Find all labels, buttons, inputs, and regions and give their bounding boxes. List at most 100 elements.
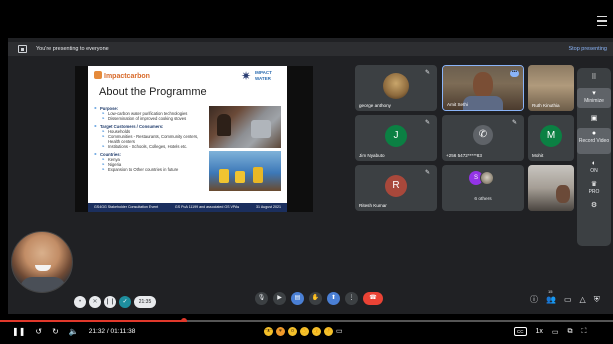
raised-hands-emoji-icon[interactable]: ✋ <box>300 327 309 336</box>
pin-icon[interactable]: ✎ <box>425 119 430 126</box>
record-video-button[interactable]: ● Record Video <box>577 128 611 154</box>
avatar <box>383 73 409 99</box>
bullet-item: Dissemination of improved cooking stoves <box>94 116 202 121</box>
surprised-emoji-icon[interactable]: o <box>288 327 297 336</box>
pin-icon[interactable]: ✎ <box>425 169 430 176</box>
avatar: J <box>385 125 407 147</box>
avatar: M <box>540 125 562 147</box>
self-view-camera[interactable] <box>11 231 73 293</box>
participant-name: Ruth Kinuthia <box>532 103 560 108</box>
laugh-emoji-icon[interactable]: ᵔᴥᵔ <box>264 327 273 336</box>
participant-tile[interactable] <box>528 165 574 211</box>
meet-window: You're presenting to everyone Stop prese… <box>8 38 613 314</box>
thumbs-up-emoji-icon[interactable]: 👍 <box>312 327 321 336</box>
recording-timer: 21:35 <box>134 296 156 308</box>
participant-tile[interactable]: R ✎ Ritesh Kumar <box>355 165 437 211</box>
captions-button[interactable]: CC <box>514 327 527 336</box>
pause-icon[interactable]: ❚❚ <box>12 327 25 336</box>
stop-presenting-button[interactable]: Stop presenting <box>568 44 607 54</box>
participant-tile[interactable]: ✆ ✎ +256 5472*****83 <box>442 115 524 161</box>
participant-tile[interactable]: M Mohit <box>528 115 574 161</box>
shared-screen: Impactcarbon ✷ IMPACT WATER About the Pr… <box>75 66 313 212</box>
activities-icon[interactable]: △ <box>580 295 586 304</box>
fullscreen-icon[interactable]: ⛶ <box>582 328 587 336</box>
player-left-controls: ❚❚ ↺ ↻ 🔈 21:32 / 01:11:38 <box>12 327 135 336</box>
top-black-bar <box>0 0 613 38</box>
meet-controls: 🎙 ▶ ▤ ✋ ⬆ ⋮ ☎ <box>255 292 383 305</box>
minimize-icon: ▾ <box>592 90 596 97</box>
participant-name: Jim Nyabuto <box>359 153 385 158</box>
thumbs-down-emoji-icon[interactable]: 👎 <box>324 327 333 336</box>
slide-title: About the Programme <box>99 86 207 98</box>
more-options-icon[interactable]: ••• <box>510 70 519 77</box>
microphone-icon[interactable]: 🎙 <box>255 292 268 305</box>
others-tile[interactable]: S 6 others <box>442 165 524 211</box>
rewind-icon[interactable]: ↺ <box>35 327 42 336</box>
participant-video <box>528 165 574 211</box>
participant-name: +256 5472*****83 <box>446 153 482 158</box>
settings-button[interactable]: ⚙ <box>577 202 611 210</box>
pin-icon[interactable]: ✎ <box>425 69 430 76</box>
phone-icon: ✆ <box>473 125 493 145</box>
extension-panel: ⠿ ▾ Minimize ▣ ● Record Video ◐ ON ♛ PRO ⚙ <box>577 68 611 246</box>
participant-tile-active[interactable]: ••• Amit Sethi <box>442 65 524 111</box>
people-icon[interactable]: 👥 15 <box>546 289 556 304</box>
forward-icon[interactable]: ↻ <box>52 327 59 336</box>
pip-icon[interactable]: ⧉ <box>568 328 573 336</box>
impactcarbon-logo: Impactcarbon <box>94 71 150 80</box>
present-screen-icon[interactable]: ⬆ <box>327 292 340 305</box>
presenting-bar: You're presenting to everyone Stop prese… <box>8 42 613 56</box>
hamburger-menu-icon[interactable] <box>593 12 611 30</box>
volume-icon[interactable]: 🔈 <box>69 327 79 336</box>
impact-water-logo: ✷ IMPACT WATER <box>241 69 272 83</box>
comment-icon[interactable]: ▭ <box>336 327 343 336</box>
present-screen-icon <box>18 45 27 53</box>
self-view-controls: • ✕ ❙❙ ✓ 21:35 <box>74 295 156 309</box>
host-controls-icon[interactable]: ⛨ <box>594 295 600 305</box>
meet-side-controls: ⓘ 👥 15 ▭ △ ⛨ <box>530 289 600 305</box>
crown-icon: ♛ <box>590 181 598 188</box>
playback-speed[interactable]: 1x <box>536 328 543 335</box>
others-avatars: S <box>469 171 499 187</box>
participant-name: Amit Sethi <box>447 102 468 107</box>
toggle-icon: ◐ <box>591 160 597 167</box>
pro-button[interactable]: ♛ PRO <box>577 181 611 195</box>
camera-icon[interactable]: ▶ <box>273 292 286 305</box>
slide-photo-water-containers <box>209 151 281 191</box>
slide-footer: GS4GG Stakeholder Consultation Event GS … <box>88 203 287 212</box>
more-options-icon[interactable]: ⋮ <box>345 292 358 305</box>
participant-tile[interactable]: Ruth Kinuthia <box>528 65 574 111</box>
grid-view-button[interactable]: ⠿ <box>577 74 611 82</box>
check-icon[interactable]: ✓ <box>119 296 131 308</box>
presentation-slide: Impactcarbon ✷ IMPACT WATER About the Pr… <box>88 66 287 212</box>
captions-icon[interactable]: ▤ <box>291 292 304 305</box>
heart-eyes-emoji-icon[interactable]: ♥ <box>276 327 285 336</box>
theater-mode-icon[interactable]: ▭ <box>552 328 559 336</box>
chat-icon: ▣ <box>590 115 598 122</box>
participant-name: george anthony <box>359 103 391 108</box>
raise-hand-icon[interactable]: ✋ <box>309 292 322 305</box>
participant-name: Mohit <box>532 153 544 158</box>
chat-icon[interactable]: ▭ <box>564 295 572 304</box>
slide-photo-children <box>209 106 281 148</box>
presenting-text: You're presenting to everyone <box>36 46 109 52</box>
participant-tile[interactable]: J ✎ Jim Nyabuto <box>355 115 437 161</box>
end-call-button[interactable]: ☎ <box>363 292 383 305</box>
minimize-button[interactable]: ▾ Minimize <box>577 88 611 108</box>
participant-count: 15 <box>548 289 553 294</box>
participant-tile[interactable]: ✎ george anthony <box>355 65 437 111</box>
close-icon[interactable]: ✕ <box>89 296 101 308</box>
pin-icon[interactable]: ✎ <box>512 119 517 126</box>
info-icon[interactable]: ⓘ <box>530 294 538 305</box>
bullet-item: Institutions - Schools, Colleges, Hotels… <box>94 144 202 149</box>
time-display: 21:32 / 01:11:38 <box>88 328 136 335</box>
on-toggle[interactable]: ◐ ON <box>577 160 611 174</box>
participant-name: Ritesh Kumar <box>359 203 387 208</box>
pause-icon[interactable]: ❙❙ <box>104 296 116 308</box>
slide-bullets: Purpose: Low-carbon water purification t… <box>94 104 202 173</box>
expand-icon[interactable]: • <box>74 296 86 308</box>
chat-button[interactable]: ▣ <box>577 115 611 123</box>
bullet-item: Expansion to Other countries in future <box>94 167 202 172</box>
avatar: R <box>385 175 407 197</box>
player-right-controls: CC 1x ▭ ⧉ ⛶ <box>514 327 586 336</box>
